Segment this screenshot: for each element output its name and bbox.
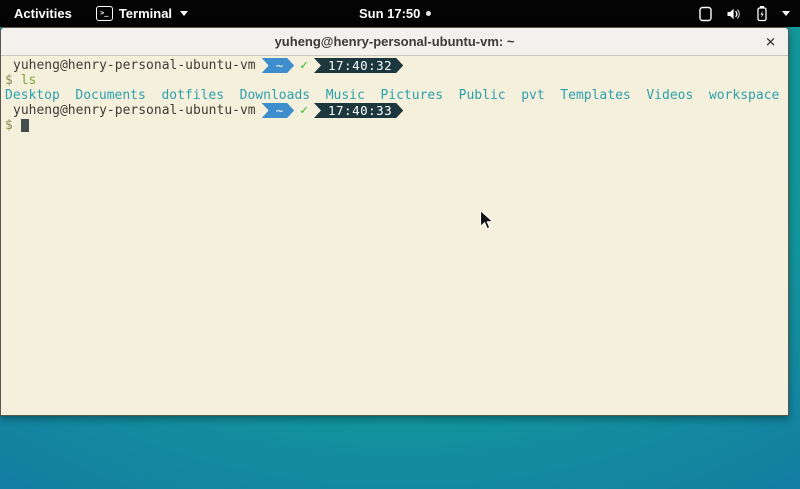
prompt-symbol: $ [5, 118, 13, 133]
top-bar: Activities >_ Terminal Sun 17:50 [0, 0, 800, 27]
dir-entry: Music [326, 88, 365, 103]
display-icon [698, 6, 713, 22]
dir-entry: Public [459, 88, 506, 103]
top-bar-left: Activities >_ Terminal [10, 0, 192, 27]
dir-entry: dotfiles [161, 88, 224, 103]
prompt-cwd-segment: ~ [262, 103, 295, 118]
battery-charging-icon [754, 5, 769, 22]
notification-dot-icon [426, 11, 431, 16]
system-status-area[interactable] [694, 0, 794, 27]
command-text: ls [21, 73, 37, 88]
terminal-app-icon: >_ [96, 6, 113, 21]
dir-entry: Pictures [380, 88, 443, 103]
prompt-line: yuheng@henry-personal-ubuntu-vm ~ ✓ 17:4… [5, 58, 788, 73]
terminal-app-icon-glyph: >_ [100, 10, 108, 17]
prompt-line: yuheng@henry-personal-ubuntu-vm ~ ✓ 17:4… [5, 103, 788, 118]
window-title: yuheng@henry-personal-ubuntu-vm: ~ [275, 34, 515, 49]
app-menu[interactable]: >_ Terminal [92, 0, 192, 27]
terminal-content[interactable]: yuheng@henry-personal-ubuntu-vm ~ ✓ 17:4… [1, 56, 788, 416]
clock-label: Sun 17:50 [359, 6, 420, 21]
clock-button[interactable]: Sun 17:50 [355, 0, 435, 27]
close-icon[interactable]: ✕ [765, 35, 776, 48]
dir-entry: Templates [560, 88, 630, 103]
window-titlebar[interactable]: yuheng@henry-personal-ubuntu-vm: ~ ✕ [1, 28, 788, 56]
chevron-down-icon [180, 11, 188, 16]
prompt-time-segment: 17:40:32 [314, 58, 403, 73]
ls-output: Desktop Documents dotfiles Downloads Mus… [5, 88, 788, 103]
check-icon: ✓ [300, 103, 308, 118]
prompt-cwd-segment: ~ [262, 58, 295, 73]
activities-button[interactable]: Activities [10, 0, 76, 27]
system-menu-chevron-icon [782, 11, 790, 16]
text-cursor-block [21, 119, 29, 132]
dir-entry: Videos [646, 88, 693, 103]
terminal-window: yuheng@henry-personal-ubuntu-vm: ~ ✕ yuh… [0, 27, 789, 416]
prompt-user-host: yuheng@henry-personal-ubuntu-vm [13, 103, 256, 118]
prompt-user-host: yuheng@henry-personal-ubuntu-vm [13, 58, 256, 73]
dir-entry: Downloads [240, 88, 310, 103]
dir-entry: Documents [75, 88, 145, 103]
input-line: $ [5, 118, 788, 133]
check-icon: ✓ [300, 58, 308, 73]
command-line: $ ls [5, 73, 788, 88]
volume-icon [726, 6, 741, 22]
dir-entry: Desktop [5, 88, 60, 103]
prompt-symbol: $ [5, 73, 13, 88]
desktop: Activities >_ Terminal Sun 17:50 [0, 0, 800, 489]
dir-entry: pvt [521, 88, 544, 103]
app-menu-label: Terminal [119, 6, 172, 21]
dir-entry: workspace [709, 88, 779, 103]
prompt-time-segment: 17:40:33 [314, 103, 403, 118]
